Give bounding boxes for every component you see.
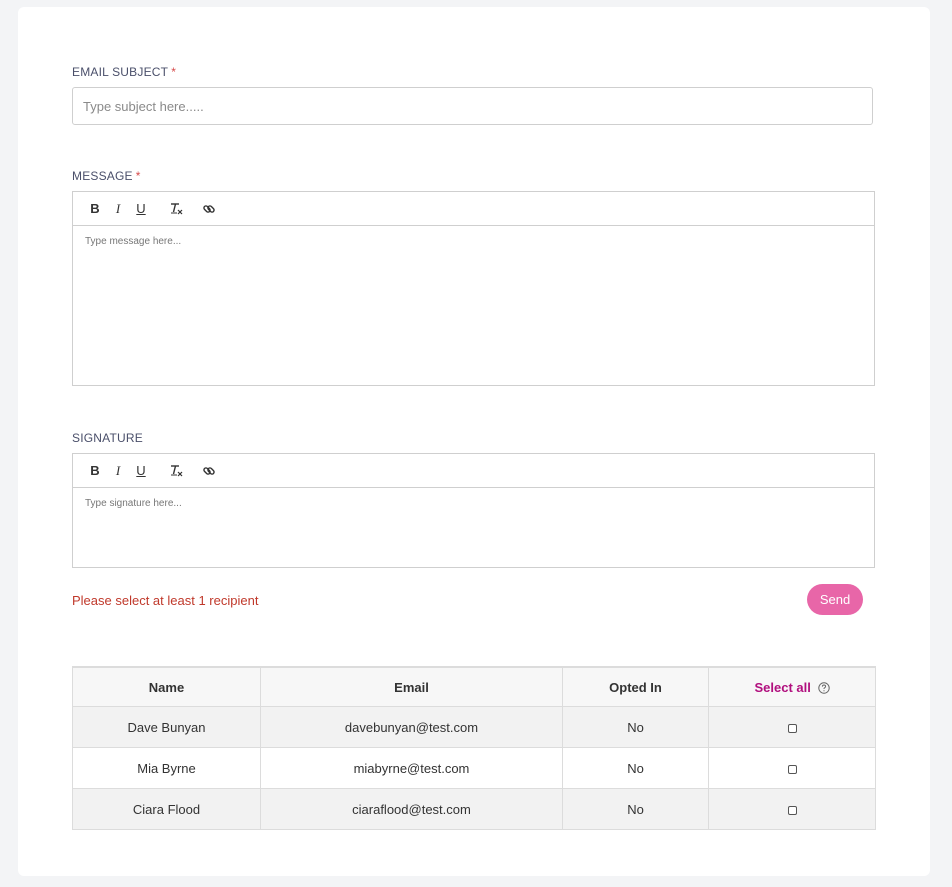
cell-name: Dave Bunyan (72, 706, 261, 748)
cell-select (708, 747, 876, 789)
clear-format-button[interactable] (165, 460, 187, 482)
recipient-checkbox[interactable] (787, 805, 797, 815)
subject-input[interactable] (72, 87, 873, 125)
message-editor: B I U Type message here... (72, 191, 875, 386)
cell-email: miabyrne@test.com (260, 747, 563, 789)
cell-name: Mia Byrne (72, 747, 261, 789)
signature-textarea[interactable]: Type signature here... (73, 488, 874, 568)
message-label: MESSAGE * (72, 169, 141, 183)
link-icon (203, 466, 215, 475)
message-toolbar: B I U (73, 192, 874, 226)
table-row: Dave Bunyan davebunyan@test.com No (72, 706, 876, 748)
bold-button[interactable]: B (84, 460, 106, 482)
required-mark: * (135, 169, 141, 183)
italic-button[interactable]: I (107, 460, 129, 482)
table-row: Mia Byrne miabyrne@test.com No (72, 747, 876, 789)
recipients-table: Name Email Opted In Select all Dave Buny… (72, 666, 876, 830)
signature-toolbar: B I U (73, 454, 874, 488)
header-opted-in: Opted In (562, 666, 709, 707)
signature-editor: B I U Type signature here... (72, 453, 875, 568)
link-button[interactable] (198, 198, 220, 220)
clear-format-icon (171, 202, 183, 214)
header-email: Email (260, 666, 563, 707)
message-label-text: MESSAGE (72, 169, 133, 183)
cell-opted-in: No (562, 788, 709, 830)
underline-button[interactable]: U (130, 460, 152, 482)
header-select-all: Select all (708, 666, 876, 707)
subject-label-text: EMAIL SUBJECT (72, 65, 169, 79)
table-header-row: Name Email Opted In Select all (72, 666, 876, 707)
email-form-card: EMAIL SUBJECT* MESSAGE* B I U (18, 7, 930, 876)
message-textarea[interactable]: Type message here... (73, 226, 874, 376)
link-icon (203, 204, 215, 213)
signature-label-text: SIGNATURE (72, 431, 143, 445)
help-icon[interactable] (817, 681, 830, 694)
table-row: Ciara Flood ciaraflood@test.com No (72, 788, 876, 830)
subject-label: EMAIL SUBJECT * (72, 65, 176, 79)
clear-format-button[interactable] (165, 198, 187, 220)
recipient-checkbox[interactable] (787, 723, 797, 733)
italic-button[interactable]: I (107, 198, 129, 220)
recipient-checkbox[interactable] (787, 764, 797, 774)
cell-opted-in: No (562, 747, 709, 789)
cell-opted-in: No (562, 706, 709, 748)
validation-error: Please select at least 1 recipient (72, 593, 259, 608)
cell-email: ciaraflood@test.com (260, 788, 563, 830)
underline-button[interactable]: U (130, 198, 152, 220)
required-mark: * (171, 65, 177, 79)
clear-format-icon (171, 464, 183, 476)
cell-name: Ciara Flood (72, 788, 261, 830)
header-name: Name (72, 666, 261, 707)
send-button[interactable]: Send (807, 584, 863, 615)
bold-button[interactable]: B (84, 198, 106, 220)
cell-email: davebunyan@test.com (260, 706, 563, 748)
cell-select (708, 788, 876, 830)
link-button[interactable] (198, 460, 220, 482)
select-all-link[interactable]: Select all (755, 680, 811, 695)
signature-label: SIGNATURE (72, 431, 143, 445)
cell-select (708, 706, 876, 748)
